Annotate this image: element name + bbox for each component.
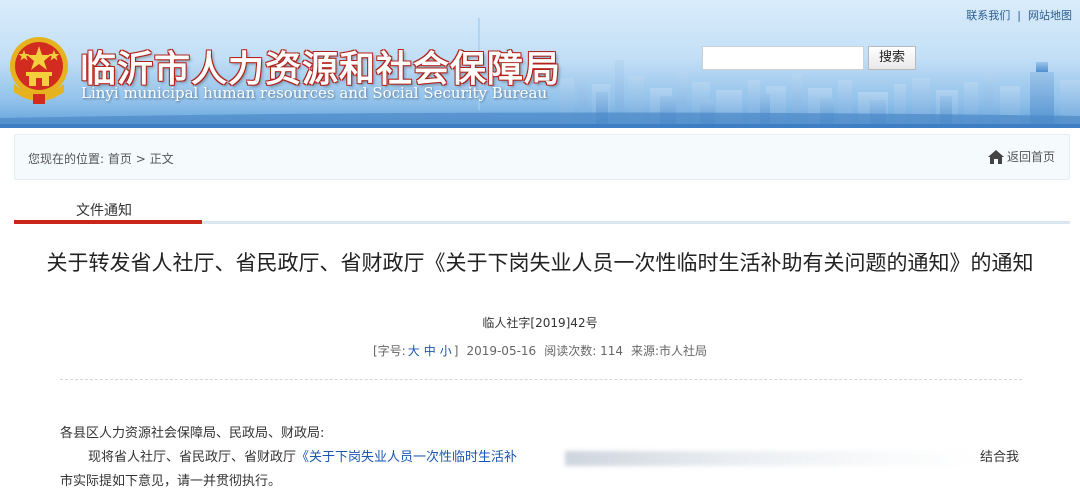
contact-us-link[interactable]: 联系我们 [966, 9, 1010, 22]
site-subtitle: Linyi municipal human resources and Soci… [81, 84, 548, 102]
breadcrumb-home-link[interactable]: 首页 [108, 152, 132, 166]
article-title: 关于转发省人社厅、省民政厅、省财政厅《关于下岗失业人员一次性临时生活补助有关问题… [46, 251, 1034, 275]
referenced-document-link[interactable]: 《关于下岗失业人员一次性临时生活补 [296, 450, 517, 465]
article-body: 各县区人力资源社会保障局、民政局、财政局: 现将省人社厅、省民政厅、省财政厅《关… [60, 422, 1022, 493]
body-paragraph: 现将省人社厅、省民政厅、省财政厅《关于下岗失业人员一次性临时生活补 结合我 [60, 446, 1022, 470]
article-meta: [字号: 大中小] 2019-05-16 阅读次数: 114 来源:市人社局 [0, 342, 1080, 359]
breadcrumb: 您现在的位置: 首页 > 正文 [28, 150, 174, 167]
salutation-paragraph: 各县区人力资源社会保障局、民政局、财政局: [60, 426, 325, 441]
national-emblem-icon [10, 37, 68, 104]
tab-file-notice[interactable]: 文件通知 [76, 200, 132, 220]
search-button[interactable]: 搜索 [868, 46, 916, 70]
home-icon [987, 149, 1004, 164]
search-input[interactable] [702, 46, 864, 70]
source-value: 市人社局 [659, 344, 708, 358]
breadcrumb-current: 正文 [149, 152, 174, 166]
tab-active-indicator [14, 220, 202, 224]
back-home-link[interactable]: 返回首页 [987, 148, 1055, 165]
breadcrumb-arrow: > [131, 152, 150, 166]
publish-date: 2019-05-16 [466, 344, 537, 358]
font-size-medium-button[interactable]: 中 [424, 344, 436, 358]
top-links-separator: | [1017, 9, 1021, 22]
main-content: 您现在的位置: 首页 > 正文 返回首页 文件通知 关于转发省人社厅、省民政厅、… [0, 128, 1080, 493]
font-size-suffix: ] [453, 344, 459, 358]
font-size-large-button[interactable]: 大 [408, 344, 420, 358]
blurred-region [565, 451, 977, 466]
location-bar: 您现在的位置: 首页 > 正文 返回首页 [14, 134, 1070, 180]
paragraph-text: 现将省人社厅、省民政厅、省财政厅 [88, 450, 297, 465]
breadcrumb-prefix: 您现在的位置: [28, 152, 108, 166]
read-count: 114 [600, 344, 623, 358]
top-links: 联系我们 | 网站地图 [966, 7, 1072, 23]
sitemap-link[interactable]: 网站地图 [1028, 9, 1072, 22]
font-size-prefix: [字号: [372, 344, 406, 358]
paragraph-text-end: 结合我 [980, 450, 1020, 465]
source-label: 来源: [630, 344, 660, 358]
font-size-small-button[interactable]: 小 [440, 344, 452, 358]
back-home-label: 返回首页 [1006, 150, 1055, 164]
site-header: 联系我们 | 网站地图 临沂市人力资源和社会保障局 Linyi municipal … [0, 0, 1080, 128]
read-count-label: 阅读次数: [544, 344, 597, 358]
body-paragraph-continued: 市实际提如下意见，请一并贯彻执行。 [60, 474, 282, 489]
document-number: 临人社字[2019]42号 [482, 316, 598, 330]
meta-divider [60, 379, 1022, 380]
